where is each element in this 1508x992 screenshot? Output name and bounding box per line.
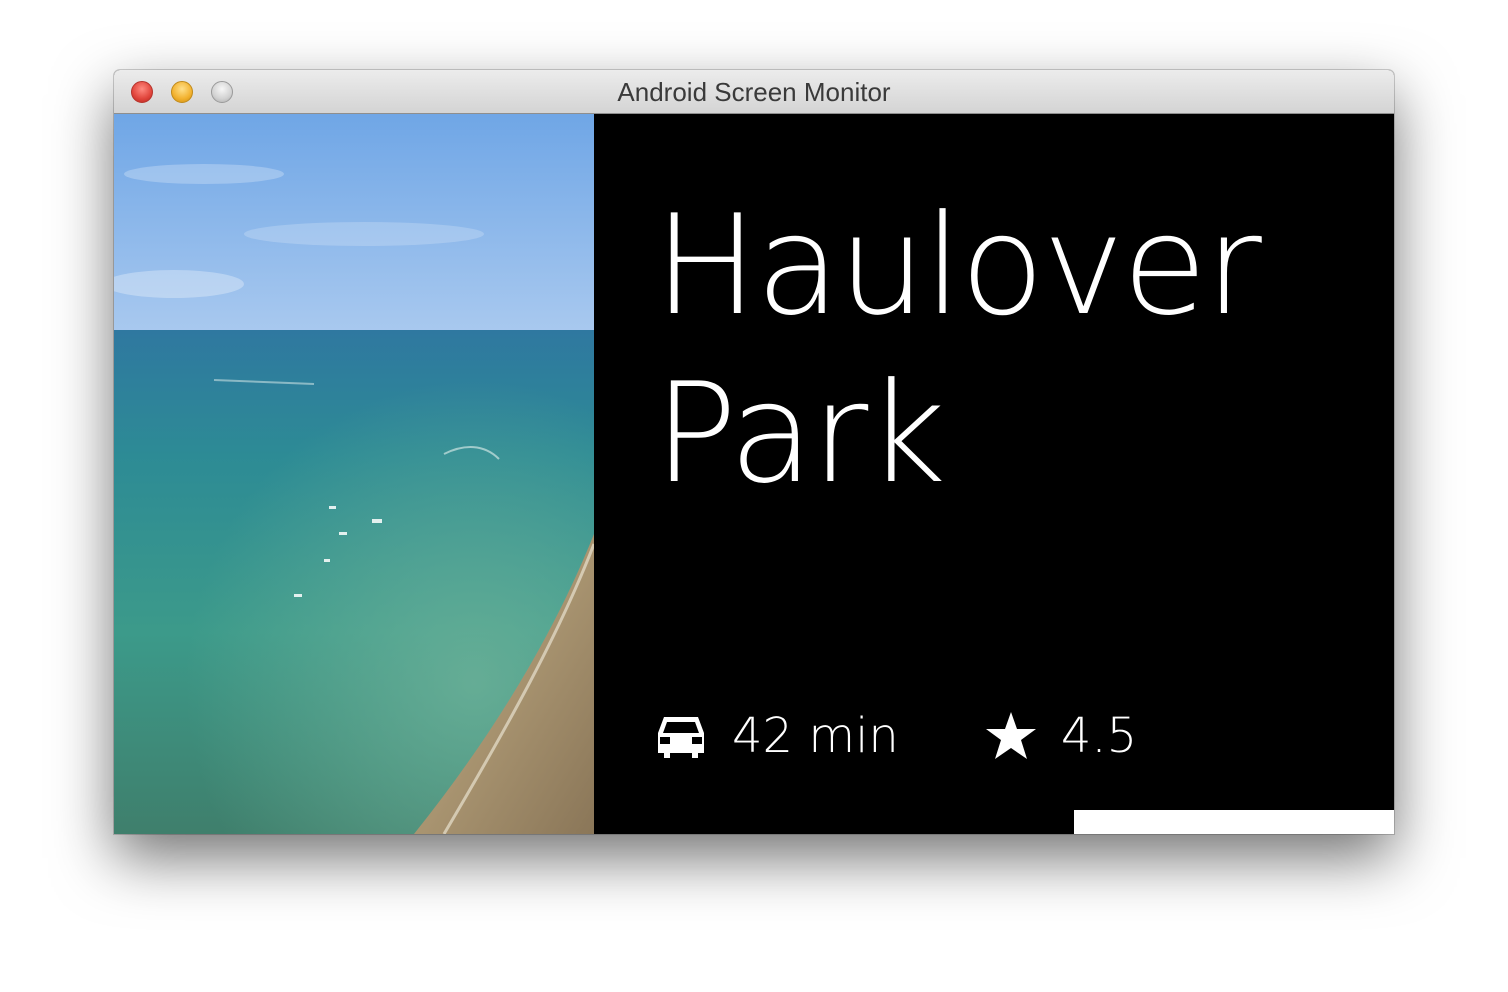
- glass-card[interactable]: Haulover Park 42 min 4.5: [114, 114, 1394, 834]
- car-icon: [654, 713, 708, 759]
- drive-time: 42 min: [732, 708, 899, 764]
- progress-bar: [1074, 810, 1394, 834]
- card-title-line-1: Haulover: [654, 185, 1262, 346]
- card-title: Haulover Park: [654, 182, 1354, 518]
- star-icon: [985, 711, 1037, 761]
- beach-photo: [114, 114, 594, 834]
- window-title: Android Screen Monitor: [617, 77, 891, 107]
- title-bar[interactable]: Android Screen Monitor: [114, 70, 1394, 114]
- card-footer: 42 min 4.5: [654, 706, 1137, 766]
- app-window: Android Screen Monitor Haulover Park 42 …: [114, 70, 1394, 834]
- rating: 4.5: [1060, 708, 1138, 764]
- card-title-line-2: Park: [654, 353, 946, 514]
